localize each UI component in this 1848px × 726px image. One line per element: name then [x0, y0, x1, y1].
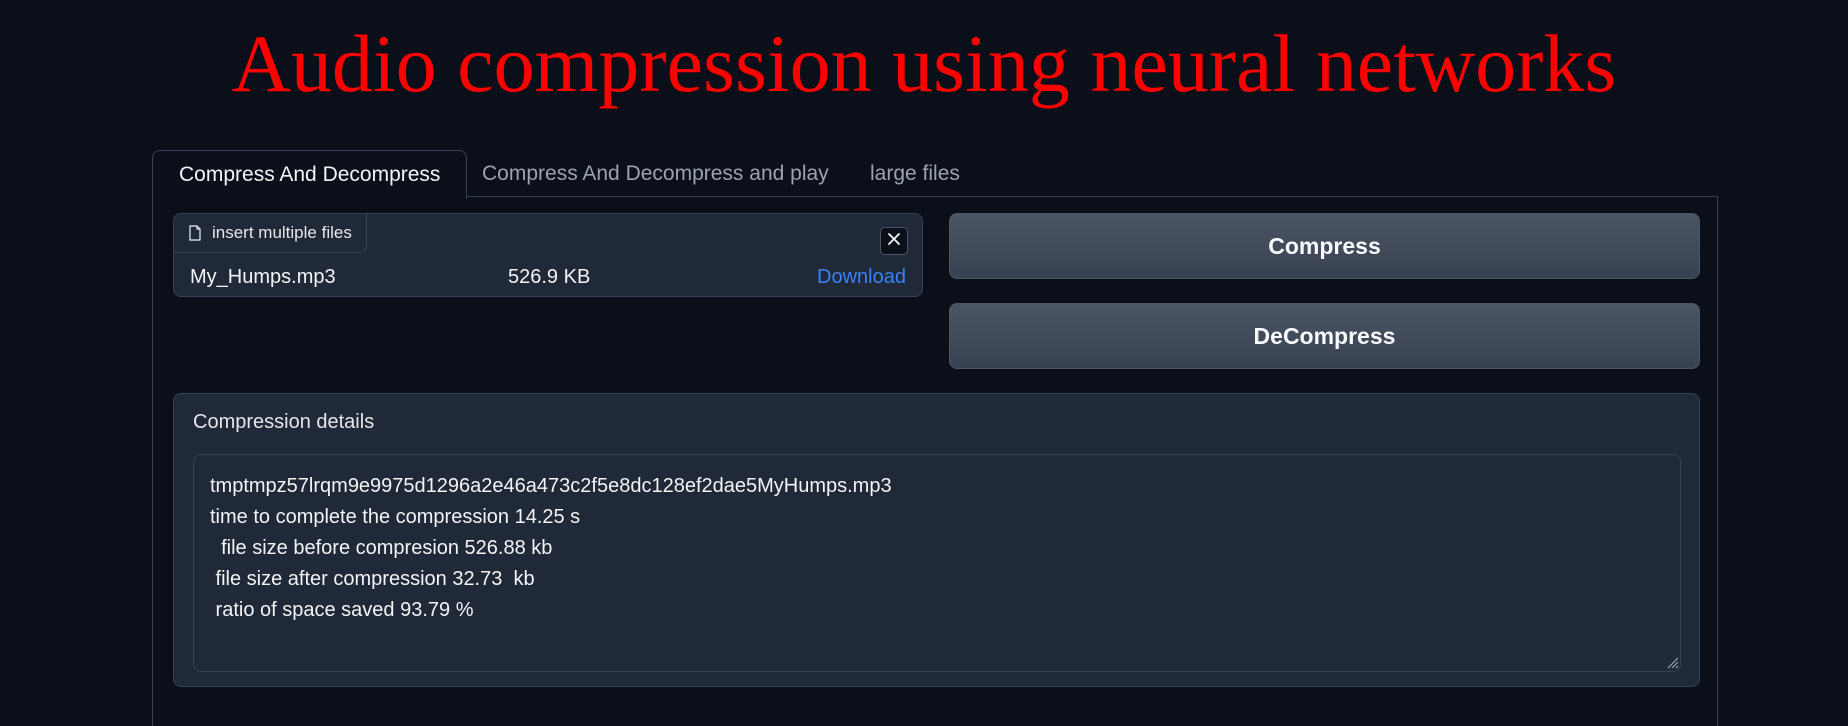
file-name: My_Humps.mp3 — [190, 266, 336, 288]
file-row: My_Humps.mp3 526.9 KB Download — [190, 264, 906, 290]
tab-panel: insert multiple files My_Humps.mp3 526.9… — [152, 196, 1718, 726]
tabs-bar: Compress And Decompress Compress And Dec… — [152, 150, 1720, 199]
close-icon — [887, 232, 901, 251]
decompress-button[interactable]: DeCompress — [949, 303, 1700, 369]
resize-handle-icon[interactable] — [1664, 654, 1697, 684]
compression-details-textarea[interactable]: tmptmpz57lrqm9e9975d1296a2e46a473c2f5e8d… — [193, 454, 1681, 672]
file-size: 526.9 KB — [508, 266, 591, 288]
tab-compress-and-decompress[interactable]: Compress And Decompress — [152, 150, 468, 199]
compress-button[interactable]: Compress — [949, 213, 1700, 279]
page-title: Audio compression using neural networks — [231, 18, 1617, 109]
tab-compress-and-decompress-and-play[interactable]: Compress And Decompress and play — [482, 150, 829, 197]
download-link[interactable]: Download — [817, 264, 906, 290]
file-upload[interactable]: insert multiple files My_Humps.mp3 526.9… — [173, 213, 923, 297]
file-upload-label-text: insert multiple files — [212, 223, 352, 242]
clear-file-button[interactable] — [880, 227, 908, 255]
compression-details-label: Compression details — [193, 411, 375, 433]
file-upload-label: insert multiple files — [173, 213, 367, 253]
file-icon — [188, 225, 202, 241]
tab-large-files[interactable]: large files — [870, 150, 960, 197]
compression-details: Compression details tmptmpz57lrqm9e9975d… — [173, 393, 1700, 687]
